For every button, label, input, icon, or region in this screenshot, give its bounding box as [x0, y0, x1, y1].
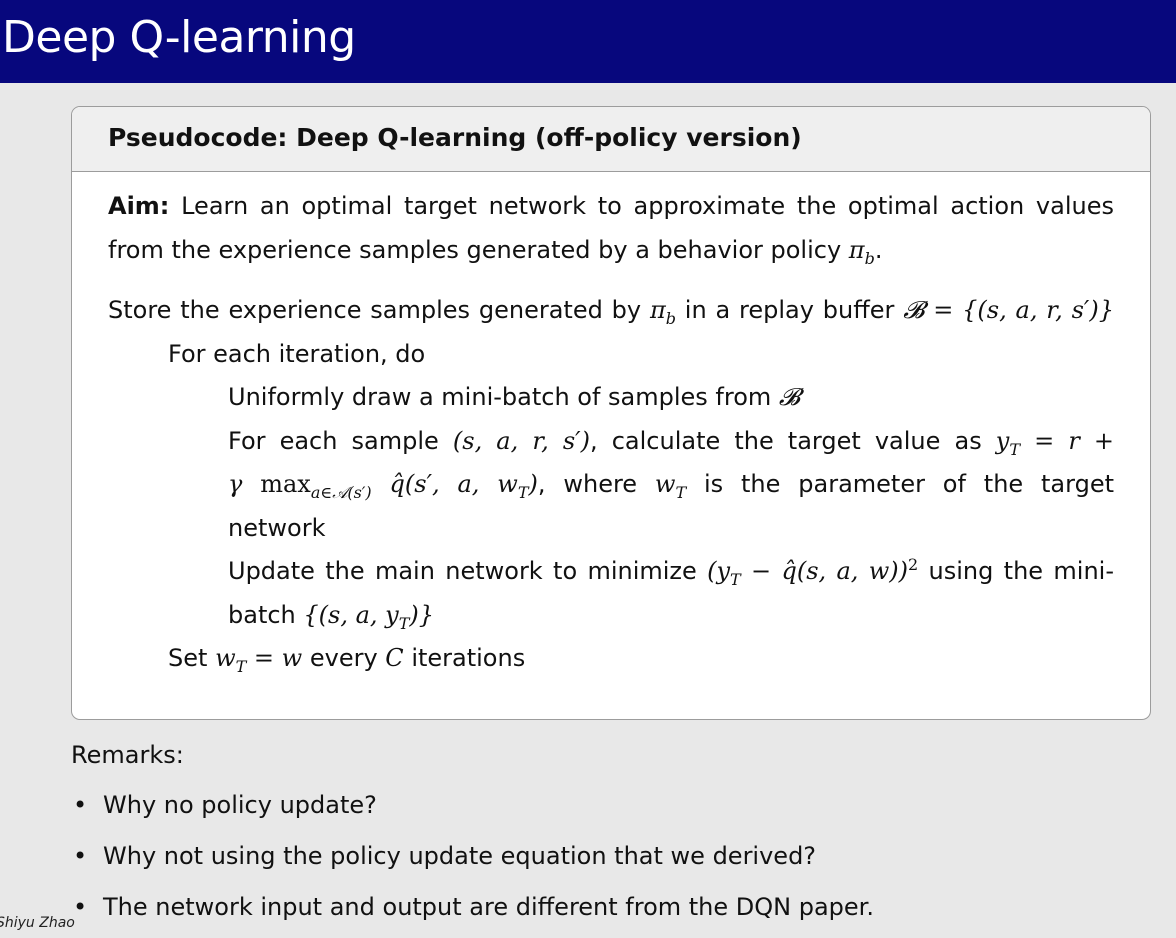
target-formula-head: yT = r + [995, 426, 1114, 459]
iterations-text: iterations [411, 644, 526, 672]
behavior-policy-symbol: πb [649, 296, 676, 328]
update-line: Update the main network to minimize (yT … [108, 550, 1114, 594]
draw-line: Uniformly draw a mini-batch of samples f… [108, 376, 1114, 420]
aim-line-1: Aim: Learn an optimal target network to … [108, 185, 1114, 229]
batch-formula: {(s, a, yT)} [303, 600, 435, 633]
period-symbol: C [385, 644, 404, 672]
pseudocode-body: Aim: Learn an optimal target network to … [108, 185, 1114, 681]
store-text-2: in a replay buffer [684, 296, 895, 324]
param-text: is the parameter of the target [704, 470, 1114, 498]
network-line: network [108, 507, 1114, 551]
where-text: , where [537, 470, 638, 498]
target-formula-tail: γ maxa∈𝒜(s′) q̂(s′, a, wT) [228, 470, 538, 502]
for-each-iteration-line: For each iteration, do [108, 333, 1114, 377]
buffer-symbol: 𝓑 [778, 383, 801, 411]
aim-text-1: Learn an optimal target network to appro… [181, 192, 1114, 220]
store-text: Store the experience samples generated b… [108, 296, 642, 324]
title-bar: Deep Q-learning [0, 0, 1176, 83]
sample-tuple: (s, a, r, s′) [452, 426, 590, 455]
sample-line: For each sample (s, a, r, s′), calculate… [108, 420, 1114, 464]
using-text: using the mini- [928, 557, 1114, 585]
set-line: Set wT = w every C iterations [108, 637, 1114, 681]
footer-author: Shiyu Zhao [0, 915, 75, 931]
batch-text: batch [228, 600, 296, 629]
slide-title: Deep Q-learning [2, 12, 356, 63]
each-sample-text: For each sample [228, 426, 439, 455]
aim-label: Aim: [108, 192, 170, 220]
every-text: every [309, 644, 378, 672]
list-item: Why not using the policy update equation… [71, 836, 874, 887]
list-item: Why no policy update? [71, 785, 874, 836]
pseudocode-block: Pseudocode: Deep Q-learning (off-policy … [71, 106, 1151, 720]
loss-formula: (yT − q̂(s, a, w))2 [707, 555, 919, 589]
update-text: Update the main network to minimize [228, 557, 697, 585]
target-formula-line: γ maxa∈𝒜(s′) q̂(s′, a, wT), where wT is … [108, 463, 1114, 507]
calc-text: , calculate the target value as [590, 426, 982, 455]
network-text: network [228, 513, 326, 542]
list-item: The network input and output are differe… [71, 887, 874, 938]
remarks-heading: Remarks: [71, 741, 184, 769]
copy-formula: wT = w [215, 644, 303, 676]
behavior-policy-symbol: πb [848, 235, 875, 268]
aim-text-2: from the experience samples generated by… [108, 235, 842, 264]
set-text: Set [168, 644, 208, 672]
aim-line-2: from the experience samples generated by… [108, 235, 883, 268]
pseudocode-title: Pseudocode: Deep Q-learning (off-policy … [108, 123, 802, 152]
target-param-symbol: wT [654, 470, 687, 502]
remarks-list: Why no policy update? Why not using the … [71, 785, 874, 938]
draw-text: Uniformly draw a mini-batch of samples f… [228, 383, 772, 411]
pseudocode-header: Pseudocode: Deep Q-learning (off-policy … [72, 107, 1150, 172]
store-line: Store the experience samples generated b… [108, 289, 1114, 333]
for-each-iteration-text: For each iteration, do [168, 339, 426, 368]
batch-line: batch {(s, a, yT)} [108, 594, 1114, 638]
replay-buffer-formula: 𝓑 = {(s, a, r, s′)} [903, 296, 1114, 324]
